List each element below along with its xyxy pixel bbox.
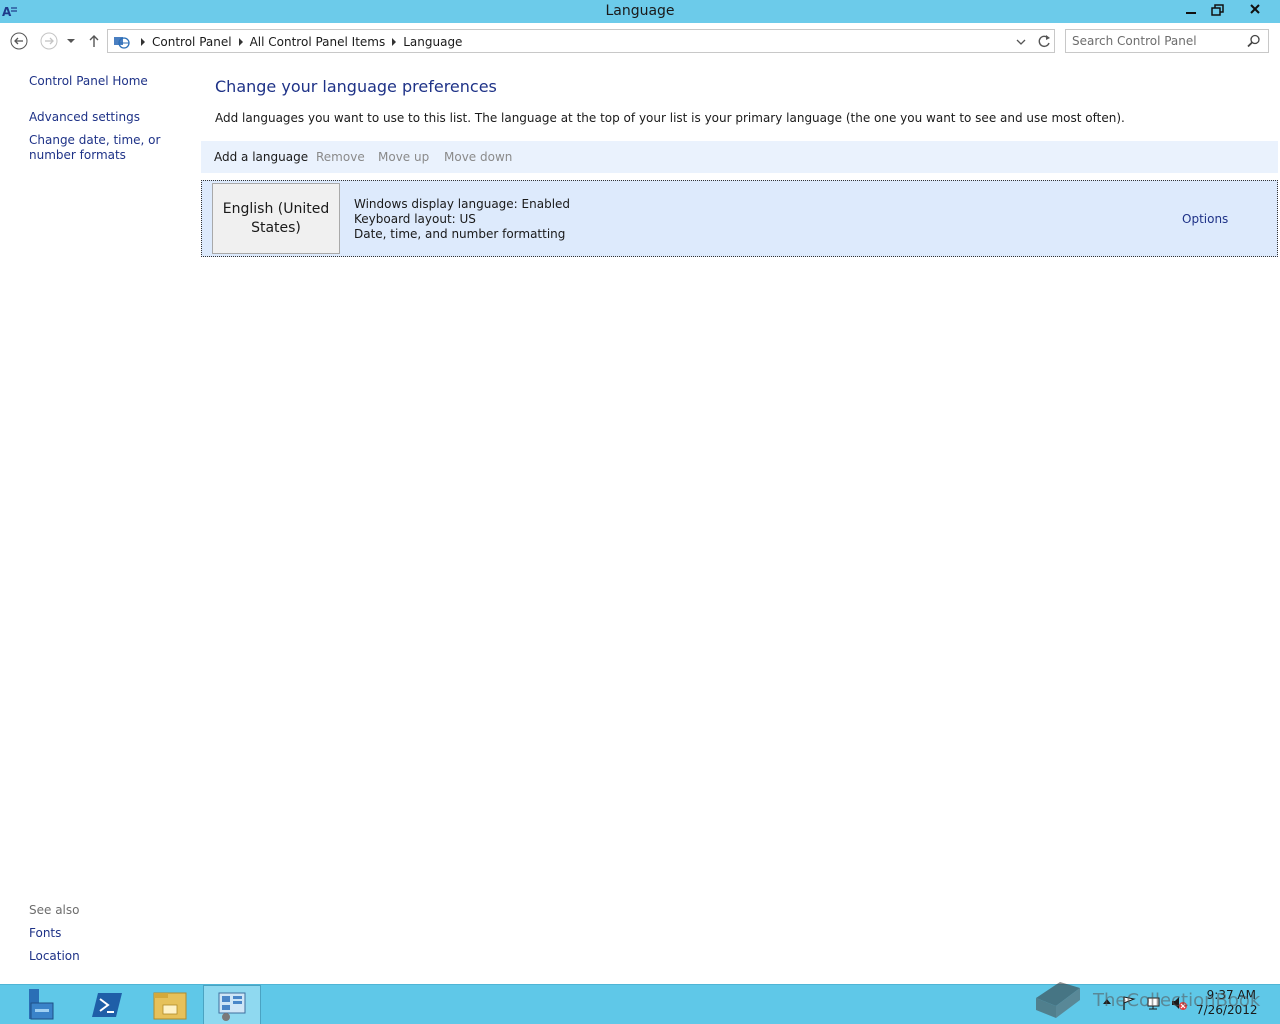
change-date-time-formats-link[interactable]: Change date, time, or number formats [29, 133, 194, 163]
location-link[interactable]: Location [29, 949, 80, 964]
remove-button[interactable]: Remove [316, 150, 365, 164]
advanced-settings-link[interactable]: Advanced settings [29, 110, 140, 125]
search-input[interactable] [1072, 33, 1242, 49]
breadcrumb-language[interactable]: Language [403, 35, 462, 49]
breadcrumb-separator-icon[interactable] [238, 38, 243, 46]
language-toolbar: Add a language Remove Move up Move down [201, 141, 1278, 173]
chevron-down-icon [67, 39, 75, 43]
add-language-button[interactable]: Add a language [214, 150, 308, 164]
address-dropdown-icon[interactable] [1015, 36, 1027, 48]
back-button[interactable] [9, 31, 29, 51]
taskbar-file-explorer[interactable] [141, 985, 199, 1024]
language-options-link[interactable]: Options [1182, 212, 1228, 226]
refresh-icon[interactable] [1036, 33, 1052, 49]
taskbar-server-manager[interactable] [14, 985, 72, 1024]
breadcrumb-control-panel[interactable]: Control Panel [152, 35, 232, 49]
move-down-button[interactable]: Move down [444, 150, 512, 164]
breadcrumb-separator-icon[interactable] [141, 38, 145, 46]
control-panel-location-icon [114, 37, 130, 49]
control-panel-home-link[interactable]: Control Panel Home [29, 74, 148, 89]
keyboard-layout-status: Keyboard layout: US [354, 212, 476, 226]
breadcrumb-all-control-panel-items[interactable]: All Control Panel Items [250, 35, 386, 49]
taskbar-control-panel[interactable] [203, 985, 261, 1024]
minimize-icon [1186, 12, 1196, 14]
formatting-status: Date, time, and number formatting [354, 227, 566, 241]
close-icon [1250, 4, 1260, 14]
back-arrow-icon [10, 32, 28, 50]
title-bar: A Language [0, 0, 1280, 23]
up-arrow-icon [89, 35, 99, 47]
address-bar[interactable]: Control Panel All Control Panel Items La… [107, 29, 1055, 53]
control-panel-icon [218, 992, 246, 1021]
fonts-link[interactable]: Fonts [29, 926, 61, 941]
language-details: Windows display language: Enabled Keyboa… [354, 197, 570, 242]
up-button[interactable] [86, 31, 102, 51]
minimize-button[interactable] [1178, 0, 1204, 21]
forward-arrow-icon [40, 32, 58, 50]
server-manager-icon [29, 989, 54, 1020]
watermark: TheCollectionBook [1030, 976, 1270, 1022]
language-tile[interactable]: English (United States) [212, 183, 340, 254]
move-up-button[interactable]: Move up [378, 150, 429, 164]
page-title: Change your language preferences [215, 77, 497, 96]
taskbar-powershell[interactable] [78, 985, 136, 1024]
forward-button[interactable] [39, 31, 59, 51]
file-explorer-icon [153, 992, 187, 1020]
page-description: Add languages you want to use to this li… [215, 111, 1125, 125]
book-logo-icon [1036, 982, 1080, 1018]
restore-icon [1211, 4, 1224, 16]
watermark-text: TheCollectionBook [1093, 990, 1261, 1011]
recent-locations-button[interactable] [64, 31, 78, 51]
language-list-item[interactable]: English (United States) Windows display … [201, 180, 1278, 257]
breadcrumb: Control Panel All Control Panel Items La… [108, 34, 462, 50]
see-also-label: See also [29, 903, 80, 917]
search-box[interactable] [1065, 29, 1269, 53]
display-language-status: Windows display language: Enabled [354, 197, 571, 211]
restore-button[interactable] [1205, 0, 1231, 21]
close-button[interactable] [1232, 0, 1278, 21]
breadcrumb-separator-icon[interactable] [392, 38, 397, 46]
powershell-icon [92, 993, 122, 1017]
window-title: Language [605, 3, 675, 19]
search-icon[interactable] [1247, 34, 1261, 48]
